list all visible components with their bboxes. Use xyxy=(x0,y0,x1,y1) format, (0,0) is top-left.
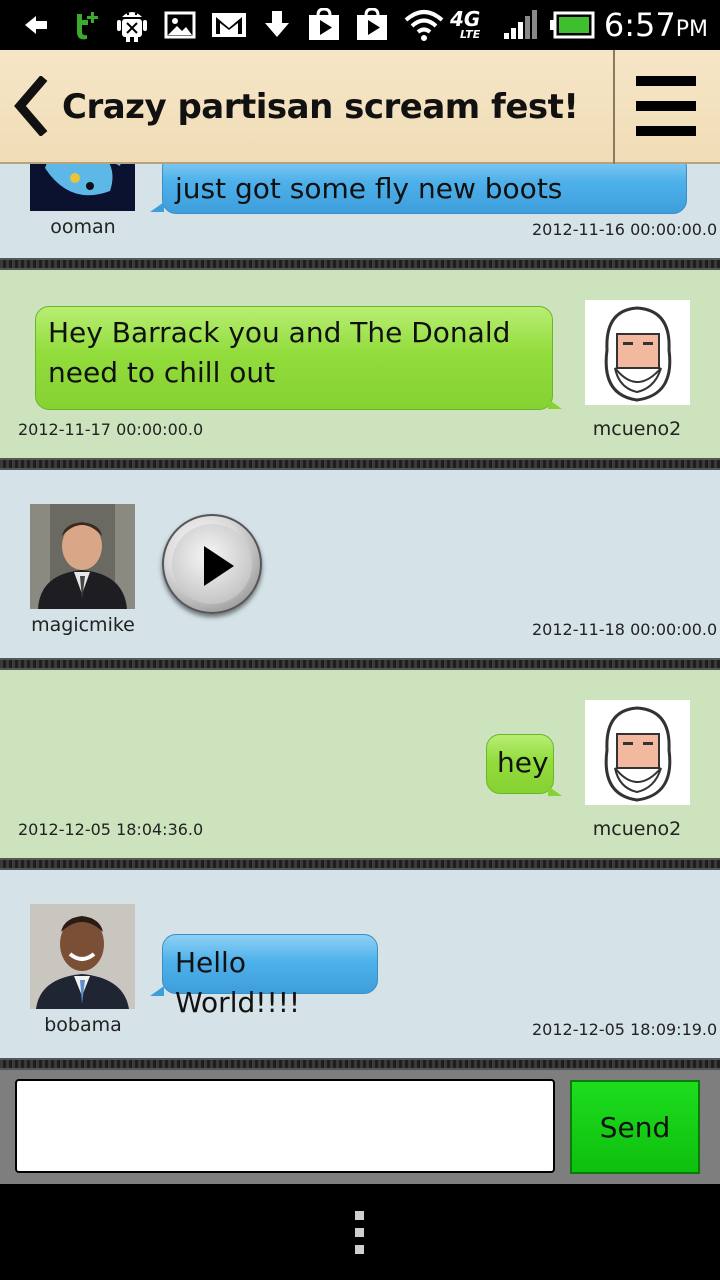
username: ooman xyxy=(50,216,116,238)
tplus-icon xyxy=(66,6,106,44)
overflow-menu-icon[interactable] xyxy=(355,1211,365,1255)
bubble-tail xyxy=(150,202,164,212)
row-separator xyxy=(0,858,720,870)
avatar-mcueno2[interactable] xyxy=(585,300,690,405)
avatar-mcueno2[interactable] xyxy=(585,700,690,805)
row-separator xyxy=(0,658,720,670)
navigation-bar xyxy=(0,1184,720,1280)
clock: 6:57PM xyxy=(603,6,708,44)
message-row: magicmike 2012-11-18 00:00:00.0 xyxy=(0,470,720,658)
avatar-bobama[interactable] xyxy=(30,904,135,1009)
username: mcueno2 xyxy=(592,418,682,440)
username: bobama xyxy=(44,1014,122,1036)
message-input[interactable] xyxy=(15,1079,555,1173)
timestamp: 2012-11-16 00:00:00.0 xyxy=(532,220,718,239)
action-bar: Crazy partisan scream fest! xyxy=(0,50,720,164)
message-bubble[interactable]: just got some fly new boots xyxy=(162,164,687,214)
composer: Send xyxy=(0,1070,720,1184)
send-button[interactable]: Send xyxy=(570,1080,700,1174)
bubble-tail xyxy=(548,399,562,409)
play-icon xyxy=(204,546,234,586)
timestamp: 2012-11-18 00:00:00.0 xyxy=(532,620,718,639)
menu-button[interactable] xyxy=(615,50,720,164)
message-text: Hello World!!!! xyxy=(175,946,301,1019)
message-bubble[interactable]: Hey Barrack you and The Donald need to c… xyxy=(35,306,553,410)
gmail-icon xyxy=(208,6,250,44)
status-bar: 4G LTE 6:57PM xyxy=(0,0,720,50)
timestamp: 2012-12-05 18:04:36.0 xyxy=(18,820,204,839)
play-store-icon xyxy=(304,6,344,44)
back-arrow-icon xyxy=(18,6,54,44)
message-bubble[interactable]: hey xyxy=(486,734,554,794)
row-separator xyxy=(0,458,720,470)
android-debug-icon xyxy=(112,6,152,44)
gallery-icon xyxy=(160,6,200,44)
download-icon xyxy=(258,6,296,44)
bubble-tail xyxy=(548,786,562,796)
username: mcueno2 xyxy=(592,818,682,840)
message-text: just got some fly new boots xyxy=(175,172,563,205)
message-list[interactable]: ooman just got some fly new boots 2012-1… xyxy=(0,164,720,1070)
battery-icon xyxy=(548,6,596,44)
network-sub-label: LTE xyxy=(460,28,481,41)
message-row: hey 2012-12-05 18:04:36.0 mcueno2 xyxy=(0,670,720,858)
page-title: Crazy partisan scream fest! xyxy=(62,87,579,127)
message-row: ooman just got some fly new boots 2012-1… xyxy=(0,164,720,258)
avatar-ooman[interactable] xyxy=(30,164,135,211)
wifi-icon xyxy=(402,6,446,44)
row-separator xyxy=(0,1058,720,1070)
username: magicmike xyxy=(31,614,135,636)
play-store-icon xyxy=(352,6,392,44)
timestamp: 2012-12-05 18:09:19.0 xyxy=(532,1020,718,1039)
signal-icon xyxy=(500,6,540,44)
message-row: Hey Barrack you and The Donald need to c… xyxy=(0,270,720,458)
timestamp: 2012-11-17 00:00:00.0 xyxy=(18,420,204,439)
back-chevron-icon[interactable] xyxy=(14,75,50,137)
4g-lte-icon: 4G LTE xyxy=(450,6,494,44)
message-text: hey xyxy=(497,746,549,779)
row-separator xyxy=(0,258,720,270)
network-type-label: 4G xyxy=(450,7,481,31)
message-bubble[interactable]: Hello World!!!! xyxy=(162,934,378,1019)
audio-play-button[interactable] xyxy=(162,514,262,614)
message-text: Hey Barrack you and The Donald need to c… xyxy=(48,316,511,389)
message-row: bobama Hello World!!!! 2012-12-05 18:09:… xyxy=(0,870,720,1058)
bubble-tail xyxy=(150,986,164,996)
avatar-magicmike[interactable] xyxy=(30,504,135,609)
